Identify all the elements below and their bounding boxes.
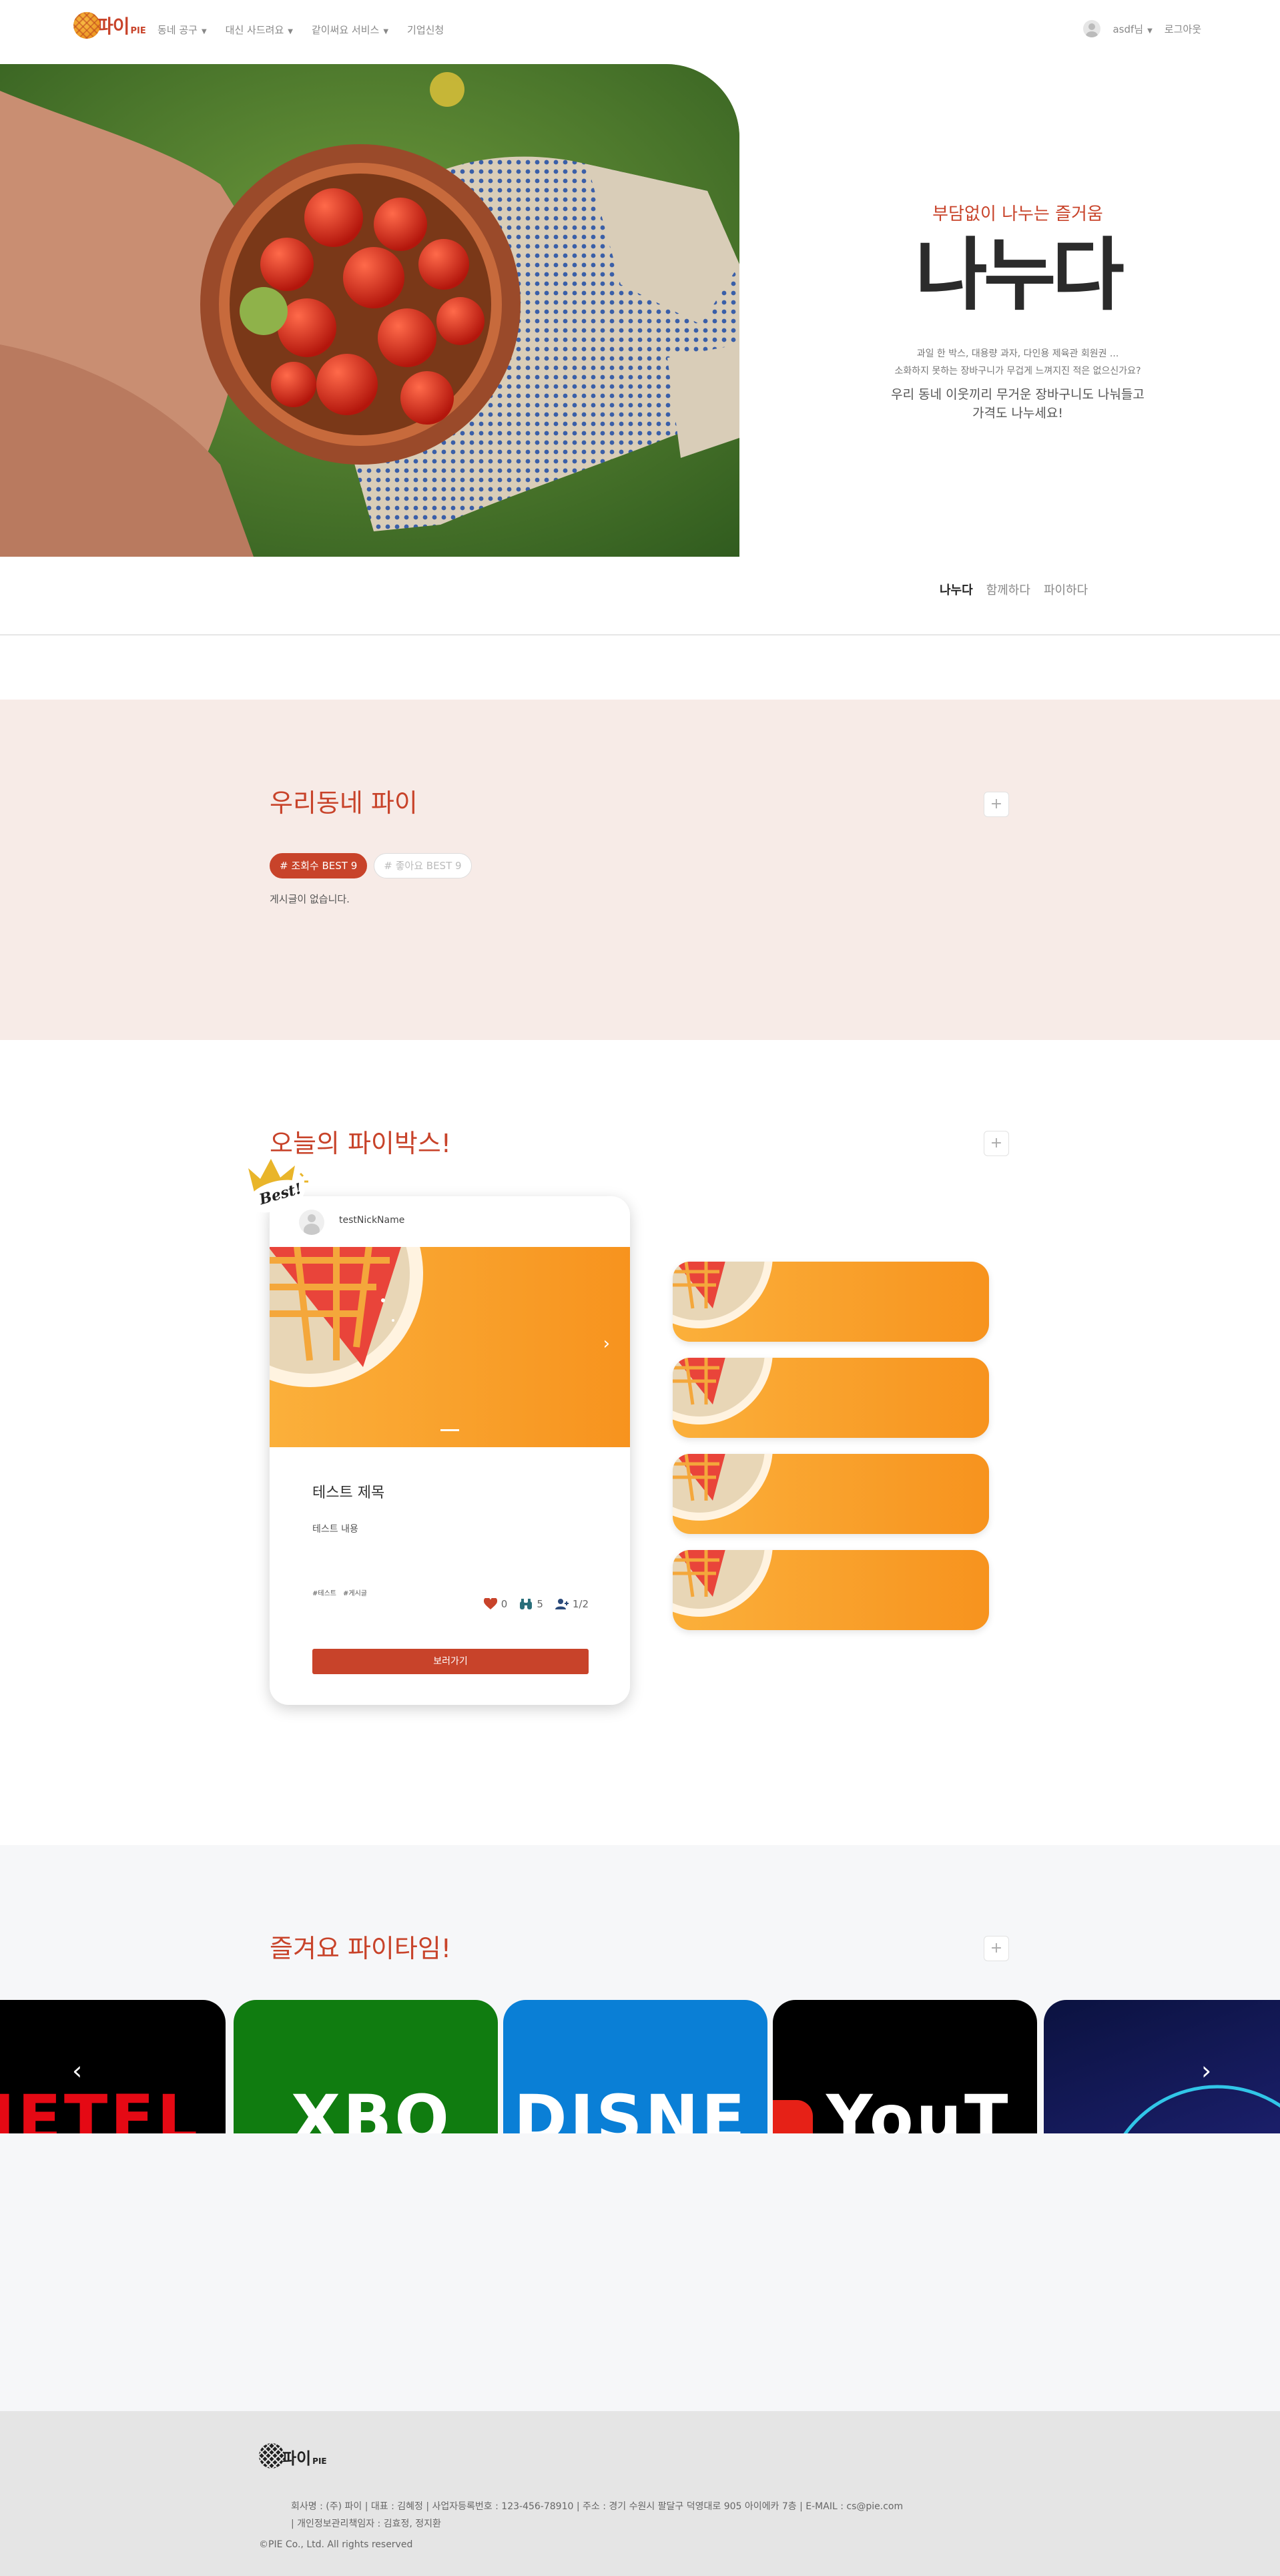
card-body: 테스트 제목 테스트 내용 #테스트 #게시글 xyxy=(270,1447,630,1597)
more-plus-button[interactable]: + xyxy=(984,1936,1009,1961)
pie-logo-icon xyxy=(73,12,100,39)
binoculars-icon xyxy=(520,1599,533,1609)
nav-user-area: asdf님 ▼ 로그아웃 xyxy=(1083,20,1201,37)
tile-logo-art xyxy=(773,2100,813,2133)
pill-views-best[interactable]: # 조회수 BEST 9 xyxy=(270,853,368,878)
logo-text: 파이 xyxy=(96,15,130,37)
hero-tabs: 나누다 함께하다 파이하다 xyxy=(940,581,1088,598)
tab-pie[interactable]: 파이하다 xyxy=(1044,581,1088,598)
card-image-carousel[interactable]: › xyxy=(270,1247,630,1447)
footer-logo-text: 파이 xyxy=(282,2449,312,2468)
pie-image xyxy=(270,1247,423,1387)
section-title: 오늘의 파이박스! xyxy=(270,1129,452,1158)
ott-tile-youtube[interactable]: YouT xyxy=(773,2000,1037,2133)
piebox-card[interactable]: testNickName › 테스트 제목 테스트 내용 #테스트 #게시글 0 xyxy=(270,1196,630,1705)
tag[interactable]: #테스트 xyxy=(312,1587,336,1597)
piebox-mini-card[interactable] xyxy=(673,1550,989,1630)
card-stats: 0 5 1/2 xyxy=(483,1598,589,1610)
section-title: 즐겨요 파이타임! xyxy=(270,1934,452,1963)
user-menu[interactable]: asdf님 ▼ xyxy=(1112,22,1152,36)
pie-image xyxy=(673,1262,773,1328)
more-plus-button[interactable]: + xyxy=(984,792,1009,817)
carousel-prev-button[interactable]: ‹ xyxy=(72,2056,82,2085)
chevron-right-icon[interactable]: › xyxy=(603,1334,610,1354)
card-nickname: testNickName xyxy=(339,1215,405,1226)
views-stat: 5 xyxy=(519,1598,543,1610)
tile-logo-art: XBO xyxy=(291,2081,452,2133)
ott-tile-disney[interactable]: DISNE xyxy=(503,2000,767,2133)
section-title: 우리동네 파이 xyxy=(270,788,418,818)
user-count-icon xyxy=(555,1599,569,1609)
menu-item-proxy-buy[interactable]: 대신 사드려요 ▼ xyxy=(226,23,293,37)
card-tags: #테스트 #게시글 xyxy=(312,1587,587,1597)
footer-logo[interactable]: 파이 PIE xyxy=(259,2443,327,2469)
caret-down-icon: ▼ xyxy=(201,28,207,35)
card-title: 테스트 제목 xyxy=(312,1485,385,1501)
tab-together[interactable]: 함께하다 xyxy=(986,581,1030,598)
tag[interactable]: #게시글 xyxy=(343,1587,367,1597)
carousel-next-button[interactable]: › xyxy=(1201,2056,1211,2085)
tomato-bowl-illustration xyxy=(0,64,739,557)
hero-description: 과일 한 박스, 대용량 과자, 다인용 제육관 회원권 ... 소화하지 못하… xyxy=(894,348,1141,376)
pie-logo-icon xyxy=(259,2443,284,2469)
tile-logo-art xyxy=(1123,2085,1280,2133)
hero-description-emphasis: 우리 동네 이웃끼리 무거운 장바구니도 나눠들고 가격도 나누세요! xyxy=(891,387,1145,421)
menu-item-company-apply[interactable]: 기업신청 xyxy=(407,23,444,37)
tab-share[interactable]: 나누다 xyxy=(940,581,973,598)
caret-down-icon: ▼ xyxy=(1147,27,1153,35)
user-avatar-icon[interactable] xyxy=(1083,20,1101,37)
neighborhood-pie-section: 우리동네 파이 + # 조회수 BEST 9 # 좋아요 BEST 9 게시글이… xyxy=(0,700,1280,1040)
participants-stat: 1/2 xyxy=(555,1598,589,1610)
hero-subtitle: 부담없이 나누는 즐거움 xyxy=(932,204,1103,224)
view-button[interactable]: 보러가기 xyxy=(312,1649,589,1674)
hero-image xyxy=(0,64,739,557)
footer-logo-sub: PIE xyxy=(312,2457,327,2466)
tile-logo-art: YouT xyxy=(826,2081,1011,2133)
tile-logo-art: NETFL xyxy=(0,2081,201,2133)
caret-down-icon: ▼ xyxy=(383,28,389,35)
piebox-mini-card[interactable] xyxy=(673,1262,989,1342)
carousel-indicator[interactable] xyxy=(440,1429,459,1431)
pie-image xyxy=(673,1358,773,1425)
hero-text-block: 부담없이 나누는 즐거움 나누다 과일 한 박스, 대용량 과자, 다인용 제육… xyxy=(861,200,1175,423)
heart-icon[interactable] xyxy=(483,1598,497,1610)
logout-link[interactable]: 로그아웃 xyxy=(1165,22,1201,36)
ott-tile-xbox[interactable]: XBO xyxy=(234,2000,498,2133)
logo-sub: PIE xyxy=(130,26,146,36)
menu-item-group-buy[interactable]: 동네 공구 ▼ xyxy=(157,23,207,37)
piebox-mini-card[interactable] xyxy=(673,1454,989,1534)
tile-logo-art: DISNE xyxy=(514,2081,748,2133)
ott-tile-disneyplus[interactable] xyxy=(1044,2000,1280,2133)
best-badge: Best! xyxy=(243,1155,310,1215)
card-content: 테스트 내용 xyxy=(312,1524,358,1535)
company-info: 회사명 : (주) 파이 | 대표 : 김혜정 | 사업자등록번호 : 123-… xyxy=(291,2501,904,2529)
logo[interactable]: 파이 PIE xyxy=(73,12,146,39)
pill-likes-best[interactable]: # 좋아요 BEST 9 xyxy=(374,853,472,878)
filter-pills: # 조회수 BEST 9 # 좋아요 BEST 9 xyxy=(270,853,472,878)
card-header: testNickName xyxy=(270,1196,630,1247)
hero-title: 나누다 xyxy=(915,229,1125,321)
ott-tile-netflix[interactable]: NETFL xyxy=(0,2000,226,2133)
likes-stat: 0 xyxy=(483,1598,507,1610)
footer: 파이 PIE 회사명 : (주) 파이 | 대표 : 김혜정 | 사업자등록번호… xyxy=(0,2411,1280,2576)
pie-image xyxy=(673,1454,773,1521)
caret-down-icon: ▼ xyxy=(288,28,293,35)
top-navbar: 파이 PIE 동네 공구 ▼ 대신 사드려요 ▼ 같이써요 서비스 ▼ 기업신청 as… xyxy=(0,0,1280,59)
section-divider xyxy=(0,634,1280,635)
pie-image xyxy=(673,1550,773,1617)
main-menu: 동네 공구 ▼ 대신 사드려요 ▼ 같이써요 서비스 ▼ 기업신청 xyxy=(157,23,444,37)
menu-item-share-service[interactable]: 같이써요 서비스 ▼ xyxy=(312,23,388,37)
more-plus-button[interactable]: + xyxy=(984,1131,1009,1156)
empty-message: 게시글이 없습니다. xyxy=(270,893,350,905)
piebox-mini-card[interactable] xyxy=(673,1358,989,1438)
copyright: ©PIE Co., Ltd. All rights reserved xyxy=(259,2539,413,2550)
